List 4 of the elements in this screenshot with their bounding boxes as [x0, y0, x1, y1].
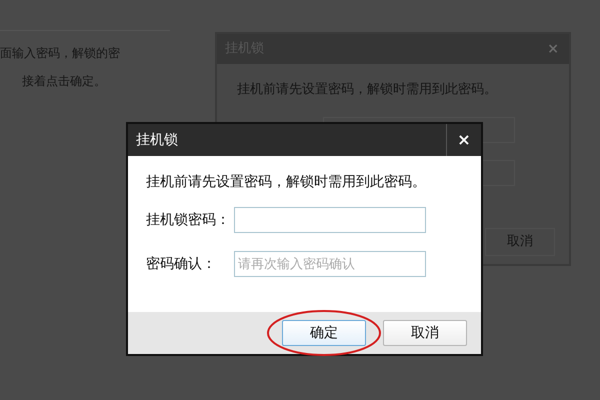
dialog-message: 挂机前请先设置密码，解锁时需用到此密码。	[146, 173, 426, 192]
dialog-title: 挂机锁	[135, 130, 178, 150]
field-label: 密码确认：	[146, 254, 217, 274]
field-label: 挂机锁密码：	[146, 210, 231, 230]
